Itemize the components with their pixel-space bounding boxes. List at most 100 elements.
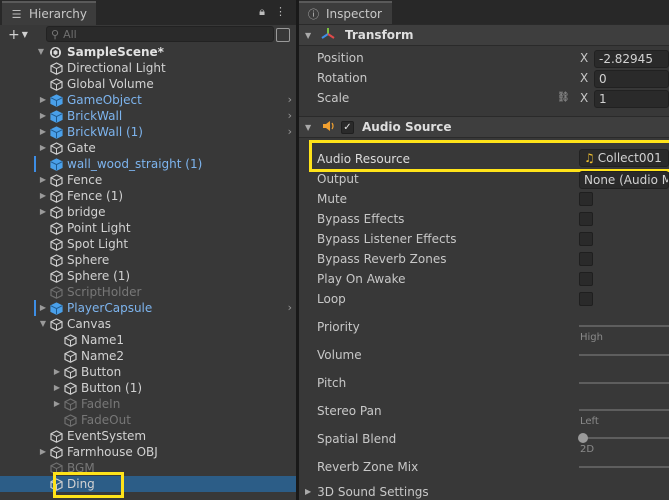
hierarchy-item[interactable]: ▶ FadeIn bbox=[0, 396, 296, 412]
search-field[interactable]: ⚲ bbox=[46, 26, 274, 42]
expand-arrow-icon[interactable]: ▶ bbox=[38, 108, 48, 124]
tab-hierarchy[interactable]: ☰ Hierarchy bbox=[2, 1, 96, 25]
expand-arrow-icon[interactable]: ▶ bbox=[38, 140, 48, 156]
override-indicator bbox=[34, 156, 36, 172]
hierarchy-item[interactable]: ▶ BrickWall (1) › bbox=[0, 124, 296, 140]
hierarchy-item[interactable]: ▶ PlayerCapsule › bbox=[0, 300, 296, 316]
search-input[interactable] bbox=[63, 27, 244, 41]
expand-arrow-icon[interactable]: ▶ bbox=[52, 364, 62, 380]
hierarchy-item[interactable]: ▶ Gate bbox=[0, 140, 296, 156]
hierarchy-item[interactable]: ▶ Fence bbox=[0, 172, 296, 188]
hierarchy-item[interactable]: ▶ bridge bbox=[0, 204, 296, 220]
chevron-right-icon[interactable]: › bbox=[288, 92, 292, 108]
gameobject-cube-icon bbox=[64, 414, 77, 427]
bypass-reverb-checkbox[interactable] bbox=[579, 252, 593, 266]
audio-source-header[interactable]: ▼ ✓ Audio Source bbox=[299, 116, 669, 138]
lock-icon[interactable]: 🔒︎ bbox=[259, 5, 265, 19]
position-x-field[interactable]: -2.82945 bbox=[594, 50, 669, 68]
hierarchy-item-label: Fence (1) bbox=[67, 189, 124, 203]
foldout-arrow-icon[interactable]: ▼ bbox=[305, 123, 315, 132]
hierarchy-item-label: Name2 bbox=[81, 349, 125, 363]
mute-checkbox[interactable] bbox=[579, 192, 593, 206]
tab-inspector[interactable]: ⓘ Inspector bbox=[299, 1, 392, 25]
expand-arrow-icon[interactable]: ▶ bbox=[38, 444, 48, 460]
rotation-x-label[interactable]: X bbox=[580, 71, 588, 85]
chevron-right-icon[interactable]: › bbox=[288, 108, 292, 124]
hierarchy-item-label: ScriptHolder bbox=[67, 285, 142, 299]
hierarchy-item[interactable]: Spot Light bbox=[0, 236, 296, 252]
stereo-pan-label: Stereo Pan bbox=[317, 404, 382, 418]
expand-arrow-icon[interactable]: ▶ bbox=[38, 300, 48, 316]
hierarchy-item[interactable]: FadeOut bbox=[0, 412, 296, 428]
expand-arrow-icon[interactable]: ▶ bbox=[38, 124, 48, 140]
hierarchy-item-label: Button bbox=[81, 365, 122, 379]
hierarchy-item-label: bridge bbox=[67, 205, 106, 219]
expand-arrow-icon[interactable]: ▶ bbox=[52, 396, 62, 412]
expand-arrow-icon[interactable]: ▶ bbox=[52, 380, 62, 396]
foldout-arrow-icon[interactable]: ▼ bbox=[305, 31, 315, 40]
hierarchy-item[interactable]: Ding bbox=[0, 476, 296, 492]
expand-arrow-icon[interactable]: ▼ bbox=[36, 44, 46, 60]
spatial-blend-knob[interactable] bbox=[578, 433, 588, 443]
foldout-arrow-icon[interactable]: ▶ bbox=[305, 487, 311, 496]
hierarchy-item[interactable]: EventSystem bbox=[0, 428, 296, 444]
hierarchy-item[interactable]: ▶ GameObject › bbox=[0, 92, 296, 108]
hierarchy-item[interactable]: ▶ Fence (1) bbox=[0, 188, 296, 204]
hierarchy-item-label: Name1 bbox=[81, 333, 125, 347]
add-button[interactable]: + ▼ bbox=[8, 27, 38, 43]
output-field[interactable]: None (Audio Mi bbox=[579, 171, 669, 189]
pitch-label: Pitch bbox=[317, 376, 347, 390]
hierarchy-item[interactable]: ▶ BrickWall › bbox=[0, 108, 296, 124]
expand-arrow-icon[interactable]: ▶ bbox=[38, 188, 48, 204]
hierarchy-item[interactable]: Sphere bbox=[0, 252, 296, 268]
expand-arrow-icon[interactable]: ▼ bbox=[38, 316, 48, 332]
kebab-menu-icon[interactable]: ⋮ bbox=[275, 5, 286, 19]
unlink-icon[interactable]: ⛓ bbox=[557, 92, 570, 103]
audio-source-enabled-checkbox[interactable]: ✓ bbox=[341, 120, 354, 134]
priority-slider[interactable] bbox=[579, 325, 669, 327]
scale-x-label[interactable]: X bbox=[580, 91, 588, 105]
hierarchy-item[interactable]: ▼ Canvas bbox=[0, 316, 296, 332]
hierarchy-item[interactable]: Directional Light bbox=[0, 60, 296, 76]
bypass-reverb-label: Bypass Reverb Zones bbox=[317, 252, 447, 266]
play-on-awake-checkbox[interactable] bbox=[579, 272, 593, 286]
gameobject-cube-icon bbox=[50, 206, 63, 219]
chevron-right-icon[interactable]: › bbox=[288, 300, 292, 316]
hierarchy-item[interactable]: Point Light bbox=[0, 220, 296, 236]
gameobject-cube-icon bbox=[50, 142, 63, 155]
position-x-label[interactable]: X bbox=[580, 51, 588, 65]
loop-checkbox[interactable] bbox=[579, 292, 593, 306]
stereo-pan-slider[interactable] bbox=[579, 409, 669, 411]
volume-slider[interactable] bbox=[579, 354, 669, 356]
reverb-zone-mix-slider[interactable] bbox=[579, 466, 669, 468]
pitch-slider[interactable] bbox=[579, 382, 669, 384]
rotation-x-field[interactable]: 0 bbox=[594, 70, 669, 88]
expand-arrow-icon[interactable]: ▶ bbox=[38, 172, 48, 188]
scale-x-field[interactable]: 1 bbox=[594, 90, 669, 108]
transform-header[interactable]: ▼ Transform bbox=[299, 24, 669, 46]
hierarchy-item[interactable]: wall_wood_straight (1) bbox=[0, 156, 296, 172]
gameobject-cube-icon bbox=[50, 286, 63, 299]
hierarchy-item[interactable]: ▶ Button bbox=[0, 364, 296, 380]
hierarchy-item[interactable]: Name2 bbox=[0, 348, 296, 364]
bypass-effects-checkbox[interactable] bbox=[579, 212, 593, 226]
spatial-blend-slider[interactable] bbox=[579, 437, 669, 439]
sound-settings-foldout[interactable]: ▶ 3D Sound Settings bbox=[299, 483, 669, 500]
hierarchy-item[interactable]: ▶ Farmhouse OBJ bbox=[0, 444, 296, 460]
hierarchy-item[interactable]: ScriptHolder bbox=[0, 284, 296, 300]
expand-arrow-icon[interactable]: ▶ bbox=[38, 92, 48, 108]
scene-row[interactable]: ▼ SampleScene* bbox=[0, 44, 296, 60]
hierarchy-item[interactable]: Global Volume bbox=[0, 76, 296, 92]
prefab-cube-icon bbox=[50, 126, 63, 139]
hierarchy-item[interactable]: Sphere (1) bbox=[0, 268, 296, 284]
gameobject-cube-icon bbox=[50, 174, 63, 187]
hierarchy-item[interactable]: Name1 bbox=[0, 332, 296, 348]
chevron-right-icon[interactable]: › bbox=[288, 124, 292, 140]
expand-arrow-icon[interactable]: ▶ bbox=[38, 204, 48, 220]
bypass-listener-checkbox[interactable] bbox=[579, 232, 593, 246]
hierarchy-tree: ▼ SampleScene* Directional Light Global V… bbox=[0, 44, 296, 492]
volume-label: Volume bbox=[317, 348, 362, 362]
search-by-type-button[interactable] bbox=[276, 28, 290, 42]
hierarchy-item[interactable]: ▶ Button (1) bbox=[0, 380, 296, 396]
hierarchy-item[interactable]: BGM bbox=[0, 460, 296, 476]
